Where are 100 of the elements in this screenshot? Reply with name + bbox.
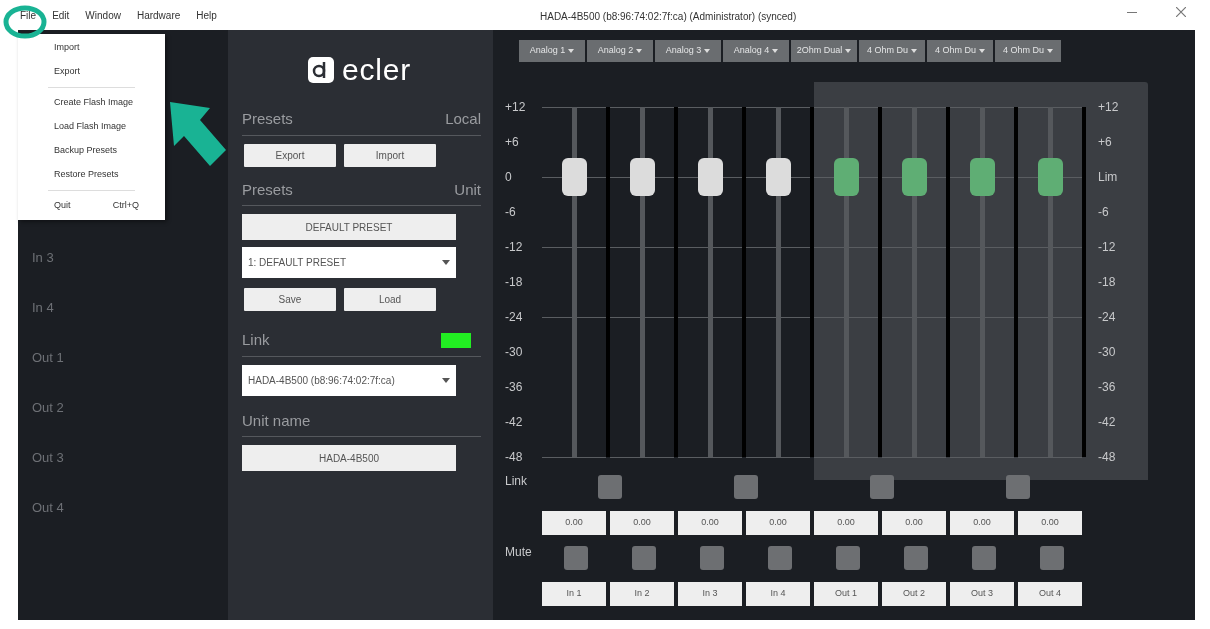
menu-item[interactable]: Window: [83, 7, 123, 23]
channel-name-field[interactable]: In 2: [610, 582, 674, 606]
channel-name-field[interactable]: Out 1: [814, 582, 878, 606]
fader-thumb[interactable]: [698, 158, 723, 196]
menu-item[interactable]: Edit: [50, 7, 72, 23]
scale-label: -30: [504, 344, 524, 360]
mute-checkbox[interactable]: [1040, 546, 1064, 570]
source-selector[interactable]: 4 Ohm Du: [859, 40, 925, 62]
panel-button[interactable]: Export: [244, 143, 336, 167]
source-selector[interactable]: Analog 3: [655, 40, 721, 62]
mute-checkbox[interactable]: [904, 546, 928, 570]
fader-thumb[interactable]: [630, 158, 655, 196]
source-selector[interactable]: 2Ohm Dual: [791, 40, 857, 62]
gain-field[interactable]: 0.00: [542, 511, 606, 535]
section-title: Unit name: [242, 410, 311, 431]
caret-icon: [911, 49, 917, 53]
gain-field[interactable]: 0.00: [678, 511, 742, 535]
menu-entry-label: Quit: [54, 199, 71, 213]
link-label: Link: [504, 473, 528, 490]
channel-name-field[interactable]: Out 3: [950, 582, 1014, 606]
source-selector[interactable]: Analog 2: [587, 40, 653, 62]
caret-icon: [442, 377, 450, 383]
close-icon[interactable]: [1176, 7, 1186, 17]
mute-checkbox[interactable]: [564, 546, 588, 570]
source-selector[interactable]: Analog 1: [519, 40, 585, 62]
menu-entry[interactable]: Create Flash Image: [18, 91, 165, 115]
caret-icon: [772, 49, 779, 53]
link-checkbox[interactable]: [870, 475, 894, 499]
channel-name-field[interactable]: In 3: [678, 582, 742, 606]
mute-checkbox[interactable]: [700, 546, 724, 570]
scale-label: -18: [504, 274, 524, 290]
fader-thumb[interactable]: [970, 158, 995, 196]
fader-thumb[interactable]: [1038, 158, 1063, 196]
gain-field[interactable]: 0.00: [814, 511, 878, 535]
logo-text: ecler: [342, 55, 411, 85]
caret-icon: [1047, 49, 1053, 53]
link-checkbox[interactable]: [598, 475, 622, 499]
preset-dropdown[interactable]: 1: DEFAULT PRESET: [242, 247, 456, 278]
source-selector[interactable]: 4 Ohm Du: [927, 40, 993, 62]
link-checkbox[interactable]: [1006, 475, 1030, 499]
scale-label: -6: [504, 204, 517, 220]
channel-name-field[interactable]: In 1: [542, 582, 606, 606]
section-scope: Unit: [454, 179, 481, 200]
caret-icon: [442, 260, 450, 265]
caret-icon: [568, 49, 575, 53]
scale-label: -42: [1097, 414, 1117, 430]
gain-field[interactable]: 0.00: [746, 511, 810, 535]
caret-icon: [845, 49, 852, 53]
section-title: Presets: [242, 179, 293, 200]
source-selector[interactable]: 4 Ohm Du: [995, 40, 1061, 62]
scale-label: -24: [1097, 309, 1117, 325]
scale-label: +12: [1097, 99, 1120, 115]
menu-entry[interactable]: Backup Presets: [18, 139, 165, 163]
channel-name-field[interactable]: In 4: [746, 582, 810, 606]
menu-entry[interactable]: Export: [18, 60, 165, 84]
mute-checkbox[interactable]: [972, 546, 996, 570]
channel-name-field[interactable]: Out 4: [1018, 582, 1082, 606]
scale-label: +6: [504, 134, 520, 150]
source-selector[interactable]: Analog 4: [723, 40, 789, 62]
panel-button[interactable]: Save: [244, 288, 336, 311]
preset-name-field[interactable]: DEFAULT PRESET: [242, 214, 456, 240]
device-dropdown[interactable]: HADA-4B500 (b8:96:74:02:7f:ca): [242, 364, 456, 396]
gain-field[interactable]: 0.00: [1018, 511, 1082, 535]
fader-thumb[interactable]: [834, 158, 859, 196]
section-title: Presets: [242, 109, 293, 129]
scale-label: -42: [504, 414, 524, 430]
mute-checkbox[interactable]: [632, 546, 656, 570]
menu-entry[interactable]: Quit Ctrl+Q: [18, 194, 165, 218]
logo-icon: [308, 57, 335, 83]
scale-label: 0: [504, 169, 513, 185]
unit-name-field[interactable]: HADA-4B500: [242, 445, 456, 471]
fader-thumb[interactable]: [902, 158, 927, 196]
caret-icon: [979, 49, 985, 53]
scale-label: -36: [504, 379, 524, 395]
mute-checkbox[interactable]: [836, 546, 860, 570]
scale-label: -18: [1097, 274, 1117, 290]
panel-button[interactable]: Import: [344, 143, 436, 167]
mute-checkbox[interactable]: [768, 546, 792, 570]
scale-label: -12: [1097, 239, 1117, 255]
fader-thumb[interactable]: [562, 158, 587, 196]
menu-item[interactable]: Hardware: [134, 7, 183, 23]
menu-entry[interactable]: Import: [18, 36, 165, 60]
menu-entry-label: Load Flash Image: [54, 120, 127, 134]
highlight-circle: [3, 4, 47, 40]
scale-label: +6: [1097, 134, 1113, 150]
panel-button[interactable]: Load: [344, 288, 436, 311]
caret-icon: [704, 49, 711, 53]
minimize-icon[interactable]: [1127, 12, 1137, 14]
menu-item[interactable]: Help: [194, 7, 219, 23]
fader-thumb[interactable]: [766, 158, 791, 196]
menu-entry[interactable]: Restore Presets: [18, 163, 165, 187]
channel-name-field[interactable]: Out 2: [882, 582, 946, 606]
gain-field[interactable]: 0.00: [882, 511, 946, 535]
menu-entry-label: Export: [54, 65, 80, 79]
menu-entry[interactable]: Load Flash Image: [18, 115, 165, 139]
gain-field[interactable]: 0.00: [610, 511, 674, 535]
scale-label: -48: [504, 449, 524, 465]
link-checkbox[interactable]: [734, 475, 758, 499]
gain-field[interactable]: 0.00: [950, 511, 1014, 535]
menu-entry-label: Create Flash Image: [54, 96, 134, 110]
